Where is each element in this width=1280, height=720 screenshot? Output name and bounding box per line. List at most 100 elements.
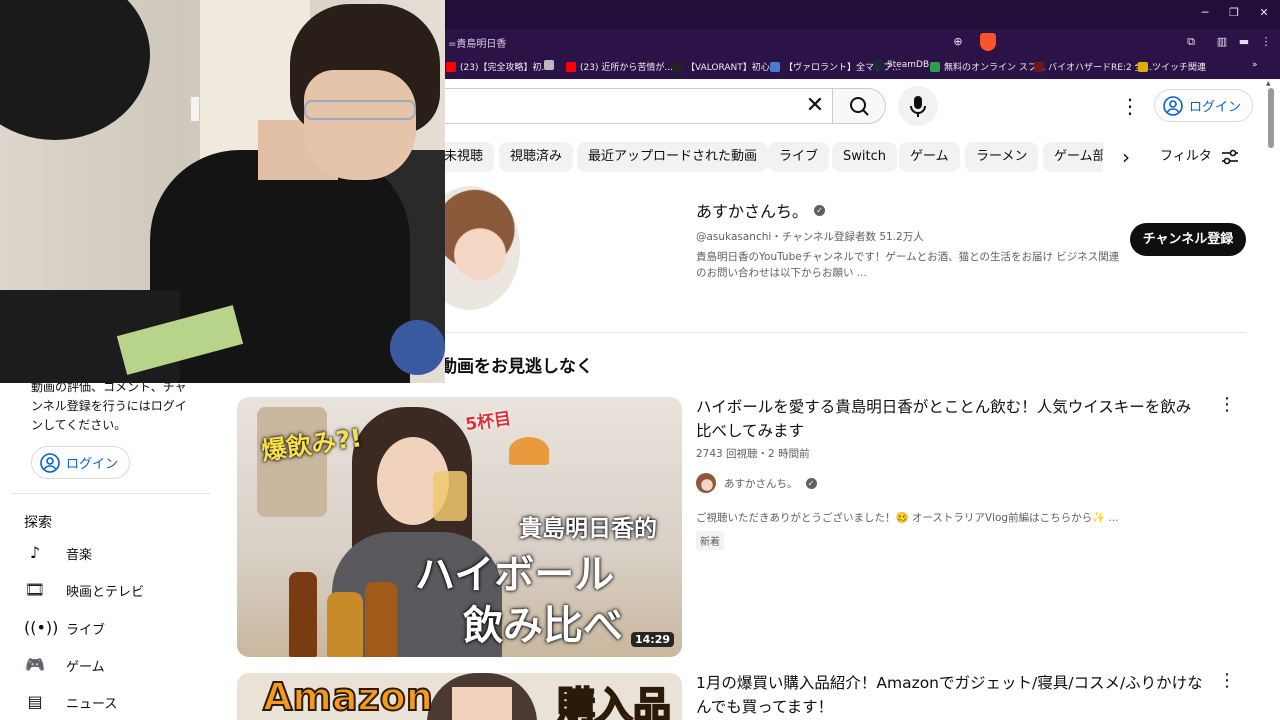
channel-name[interactable]: あすかさんち。 (696, 198, 808, 222)
subscribe-button[interactable]: チャンネル登録 (1130, 223, 1246, 256)
section-divider (420, 332, 1246, 333)
bookmark-item[interactable] (544, 60, 558, 70)
clear-search-icon[interactable]: ✕ (803, 92, 827, 120)
filter-button[interactable]: フィルタ (1160, 142, 1240, 172)
bookmark-favicon-icon (672, 61, 682, 72)
sidebar-item-live[interactable]: ((•)) ライブ (24, 616, 105, 640)
chip-game-club[interactable]: ゲーム部 (1043, 142, 1103, 172)
chip-recent-uploads[interactable]: 最近アップロードされた動画 (577, 142, 769, 172)
search-input[interactable] (400, 88, 832, 124)
thumb-bottle (365, 582, 397, 657)
gamepad-icon: 🎮 (25, 655, 45, 674)
brave-shield-icon[interactable] (980, 33, 996, 51)
bookmark-item[interactable]: (23)【完全攻略】初... (446, 60, 550, 73)
sidebar-sign-in-label: ログイン (66, 457, 119, 472)
chip-ramen[interactable]: ラーメン (965, 142, 1039, 172)
bookmark-favicon-icon (1138, 61, 1148, 72)
sidebar-item-label: 映画とテレビ (66, 584, 145, 600)
settings-menu-button[interactable]: ⋮ (1118, 92, 1142, 120)
bookmark-label: バイオハザードRE:2 全... (1048, 63, 1153, 73)
thumb-bottle (289, 572, 317, 657)
webcam-overlay (0, 0, 445, 383)
thumb-glass (433, 471, 467, 521)
sign-in-label: ログイン (1189, 100, 1242, 115)
channel-meta: @asukasanchi・チャンネル登録者数 51.2万人 (696, 231, 924, 243)
account-icon (1163, 95, 1183, 116)
bookmark-label: SteamDB (887, 60, 930, 70)
bookmark-item[interactable]: 無料のオンライン スプ... (930, 60, 1045, 73)
sidebar-item-label: ゲーム (66, 659, 105, 675)
bookmark-label: (23)【完全攻略】初... (460, 63, 551, 73)
address-text[interactable]: =貴島明日香 (448, 35, 506, 50)
sidebar-toggle-icon[interactable]: ▥ (1214, 34, 1230, 50)
sidebar-item-label: ライブ (66, 622, 106, 638)
scroll-up-icon[interactable]: ▲ (1266, 80, 1271, 87)
bookmark-item[interactable]: バイオハザードRE:2 全... (1034, 60, 1152, 73)
close-icon[interactable]: ✕ (1255, 6, 1273, 22)
search-button[interactable] (832, 88, 886, 124)
chevron-right-icon[interactable]: › (1112, 142, 1140, 172)
video-title[interactable]: ハイボールを愛する貴島明日香がとことん飲む！人気ウイスキーを飲み比べしてみます (696, 395, 1206, 443)
video-thumbnail[interactable]: Amazon 購入品 (237, 673, 682, 720)
microphone-icon (910, 96, 926, 117)
scrollbar-thumb[interactable] (1268, 88, 1274, 148)
video-title[interactable]: 1月の爆買い購入品紹介！Amazonでガジェット/寝具/コスメ/ふりかけなんでも… (696, 671, 1206, 719)
webcam-person-face (304, 70, 416, 180)
sidebar-signin-message: 動画の評価、コメント、チャンネル登録を行うにはログインしてください。 (31, 380, 187, 432)
section-title: 動画をお見逃しなく (440, 357, 593, 377)
bookmark-favicon-icon (1034, 61, 1044, 72)
live-icon: ((•)) (24, 618, 59, 637)
vpn-icon[interactable]: ▬ (1236, 34, 1252, 50)
sidebar-item-gaming[interactable]: 🎮 ゲーム (24, 653, 105, 677)
webcam-figure (390, 320, 445, 375)
chip-games[interactable]: ゲーム (899, 142, 960, 172)
chip-switch[interactable]: Switch (832, 142, 897, 172)
video-thumbnail[interactable]: 爆飲み?! 5杯目 貴島明日香的 ハイボール 飲み比べ 14:29 (237, 397, 682, 657)
search-icon (850, 97, 869, 116)
zoom-icon[interactable]: ⊕ (950, 34, 966, 50)
sidebar-item-music[interactable]: ♪ 音楽 (24, 541, 92, 565)
chip-watched[interactable]: 視聴済み (499, 142, 574, 172)
bookmark-item[interactable]: ツイッチ関連 (1138, 60, 1206, 73)
thumb-bottle (327, 592, 363, 657)
music-note-icon: ♪ (29, 543, 41, 562)
thumb-caption: 貴島明日香的 (519, 516, 657, 542)
webcam-light-switch (190, 96, 200, 122)
bookmark-item[interactable]: 【VALORANT】初心... (672, 60, 778, 73)
video-meta: 2743 回視聴・2 時間前 (696, 448, 810, 460)
extensions-icon[interactable]: ⧉ (1183, 34, 1199, 50)
maximize-icon[interactable]: ❐ (1225, 6, 1243, 22)
thumb-caption: ハイボール (415, 552, 615, 598)
bookmark-favicon-icon (873, 60, 883, 70)
news-icon: ▤ (27, 692, 43, 711)
film-icon: 🎞 (24, 580, 46, 599)
sidebar-item-news[interactable]: ▤ ニュース (24, 690, 117, 714)
sign-in-button[interactable]: ログイン (1154, 89, 1253, 122)
explore-heading: 探索 (24, 515, 52, 531)
minimize-icon[interactable]: ─ (1196, 6, 1214, 22)
channel-description[interactable]: 貴島明日香のYouTubeチャンネルです！ゲームとお酒、猫との生活をお届け ビジ… (696, 249, 1120, 281)
thumb-lamp (509, 437, 549, 465)
bookmark-label: 無料のオンライン スプ... (944, 63, 1046, 73)
thumb-caption: 5杯目 (464, 408, 513, 436)
video-channel-name[interactable]: あすかさんち。 (724, 476, 798, 491)
verified-badge-icon: ✓ (814, 204, 826, 216)
thumb-caption: 購入品 (556, 683, 672, 720)
thumb-caption: 飲み比べ (463, 603, 623, 649)
video-more-icon[interactable]: ⋮ (1217, 669, 1237, 693)
menu-icon[interactable]: ⋮ (1258, 34, 1274, 50)
filter-sliders-icon (1221, 149, 1238, 165)
chip-live[interactable]: ライブ (768, 142, 830, 172)
voice-search-button[interactable] (898, 86, 938, 126)
bookmark-item[interactable]: (23) 近所から苦情が... (566, 60, 673, 73)
channel-avatar-small[interactable] (696, 473, 716, 493)
bookmark-item[interactable]: SteamDB (873, 60, 929, 70)
bookmarks-overflow-icon[interactable]: » (1252, 60, 1258, 70)
channel-name-row[interactable]: あすかさんち。 ✓ (696, 198, 826, 222)
video-channel[interactable]: あすかさんち。 ✓ (696, 473, 817, 493)
video-more-icon[interactable]: ⋮ (1217, 393, 1237, 417)
sidebar-sign-in-button[interactable]: ログイン (31, 446, 130, 479)
sidebar-item-movies[interactable]: 🎞 映画とテレビ (24, 578, 144, 602)
sidebar-divider (12, 493, 210, 494)
bookmark-label: (23) 近所から苦情が... (580, 63, 673, 73)
